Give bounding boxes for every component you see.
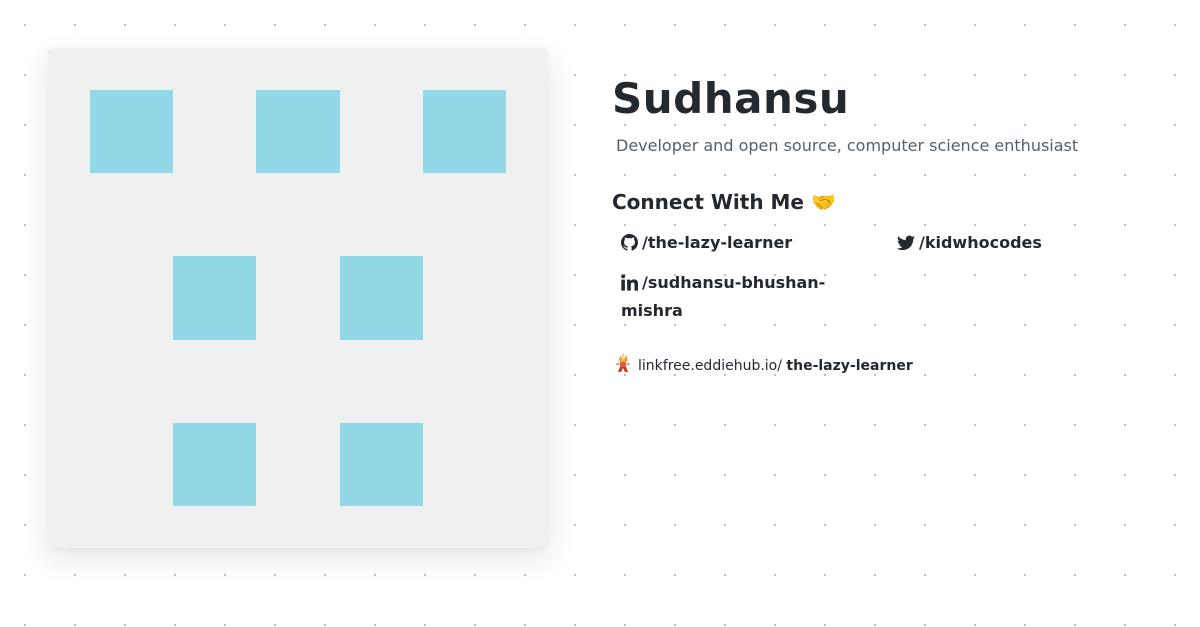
twitter-label: /kidwhocodes [919,233,1042,252]
linkedin-icon [621,273,639,298]
linkfree-username: the-lazy-learner [786,358,913,374]
avatar-block [173,422,257,506]
github-icon [621,233,638,258]
handshake-icon: 🤝 [810,190,836,214]
avatar-card [48,48,548,548]
profile-bio: Developer and open source, computer scie… [616,136,1079,155]
connect-heading: Connect With Me 🤝 [612,190,836,214]
linkedin-link[interactable]: /sudhansu-bhushan-mishra [621,270,846,323]
profile-name: Sudhansu [612,74,850,123]
twitter-link[interactable]: /kidwhocodes [897,230,1042,258]
linkfree-icon [614,352,632,381]
avatar-block [339,256,423,340]
avatar-block [339,422,423,506]
avatar-block [422,90,506,174]
github-link[interactable]: /the-lazy-learner [621,230,792,258]
avatar-block [256,90,340,174]
github-label: /the-lazy-learner [642,233,793,252]
twitter-icon [897,233,915,258]
linkedin-label: /sudhansu-bhushan-mishra [621,273,826,320]
avatar-block [90,90,174,174]
connect-heading-text: Connect With Me [612,190,804,214]
linkfree-link[interactable]: linkfree.eddiehub.io/ the-lazy-learner [614,352,913,381]
linkfree-prefix: linkfree.eddiehub.io/ [638,358,782,374]
avatar-block [173,256,257,340]
